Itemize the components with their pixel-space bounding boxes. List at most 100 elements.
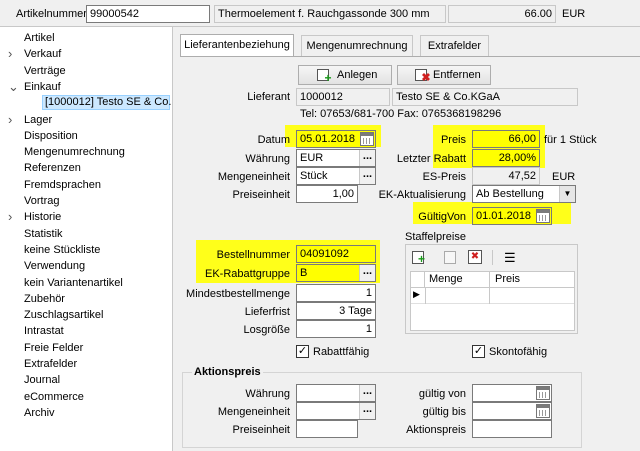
rabattgruppe-input[interactable]: B ... [296,264,376,282]
tab-extrafelder[interactable]: Extrafelder [420,35,489,56]
tree-item[interactable]: Fremdsprachen [24,177,101,193]
datum-value: 05.01.2018 [300,133,356,145]
preis-input[interactable]: 66,00 [472,130,540,148]
tree-item[interactable]: Verkauf [24,46,61,62]
lieferfrist-input[interactable]: 3 Tage [296,302,376,320]
entfernen-button[interactable]: ✖ Entfernen [397,65,491,85]
anlegen-label: Anlegen [337,69,378,81]
chevron-down-icon[interactable]: ▼ [559,186,575,202]
edit-icon[interactable] [444,251,456,264]
aktion-preiseinheit-input[interactable] [296,420,358,438]
artikelnummer-input[interactable]: 99000542 [86,5,210,23]
rabatt-input[interactable]: 28,00% [472,149,540,167]
waehrung-input[interactable]: EUR ... [296,149,376,167]
staffel-panel: + ✖ ☰ Menge Preis ▶ [405,244,578,334]
tree-item[interactable]: Mengenumrechnung [24,144,125,160]
tree-item[interactable]: Referenzen [24,160,81,176]
tree-item[interactable]: eCommerce [24,389,84,405]
tree-item[interactable]: Disposition [24,128,78,144]
tree-item[interactable]: Verträge [24,63,66,79]
tree-item[interactable]: Extrafelder [24,356,77,372]
tree-item[interactable]: Lager [24,112,52,128]
tree-item-label: Disposition [24,129,78,142]
anlegen-button[interactable]: + Anlegen [298,65,392,85]
espreis-value: 47,52 [472,167,540,185]
tree-item[interactable]: Zuschlagsartikel [24,307,103,323]
mindest-input[interactable]: 1 [296,284,376,302]
rabattfaehig-label: Rabattfähig [313,346,370,358]
calendar-icon[interactable] [360,132,374,146]
aktion-waehrung-input[interactable]: ... [296,384,376,402]
datum-input[interactable]: 05.01.2018 [296,130,376,148]
losgroesse-label: Losgröße [243,324,290,336]
grid-col-preis[interactable]: Preis [495,273,555,285]
tree-item-label: keine Stückliste [24,243,101,256]
waehrung-lookup-button[interactable]: ... [359,150,375,166]
tree-item-label: Referenzen [24,162,81,175]
mindest-label: Mindestbestellmenge [186,288,290,300]
staffel-grid[interactable]: Menge Preis ▶ [410,271,575,331]
lieferant-contact: Tel: 07653/681-700 Fax: 0765368198296 [300,108,502,117]
grid-col-menge[interactable]: Menge [429,273,489,285]
gueltig-input[interactable]: 01.01.2018 [472,207,552,225]
tree-item[interactable]: Einkauf [24,79,61,95]
navigation-tree[interactable]: Artikel Verkauf › Verträge Einkauf ⌄ [1000012]… [0,27,173,451]
calendar-icon[interactable] [536,404,550,418]
menu-icon[interactable]: ☰ [504,251,516,264]
delete-icon[interactable]: ✖ [468,250,482,264]
lieferant-name: Testo SE & Co.KGaA [392,88,578,106]
calendar-icon[interactable] [536,386,550,400]
chevron-right-icon[interactable]: › [8,112,12,128]
tree-item[interactable]: Journal [24,372,60,388]
calendar-icon[interactable] [536,209,550,223]
tree-item[interactable]: Statistik [24,226,63,242]
bestellnummer-input[interactable]: 04091092 [296,245,376,263]
entfernen-label: Entfernen [433,69,481,81]
staffel-toolbar: + ✖ ☰ [410,249,575,267]
table-row[interactable]: ▶ [411,288,574,304]
tree-item[interactable]: Artikel [24,30,55,46]
article-price: 66.00 [448,5,556,23]
lieferant-contact-clip: Tel: 07653/681-700 Fax: 0765368198296 [296,107,578,117]
tree-item[interactable]: Zubehör [24,291,65,307]
tree-item[interactable]: Freie Felder [24,340,83,356]
mengeneinheit-lookup-button[interactable]: ... [359,168,375,184]
aktion-gueltig-von-input[interactable] [472,384,552,402]
tree-item-label: Verträge [24,64,66,77]
skontofaehig-checkbox[interactable]: ✓ [472,345,485,358]
lieferant-label: Lieferant [247,91,290,103]
tree-item[interactable]: Vortrag [24,193,59,209]
tree-item-label: Artikel [24,32,55,44]
aktion-mengeneinheit-lookup-button[interactable]: ... [359,403,375,419]
tree-item[interactable]: [1000012] Testo SE & Co. [42,95,171,111]
aktion-gueltig-bis-input[interactable] [472,402,552,420]
tree-item[interactable]: Intrastat [24,323,64,339]
tree-item[interactable]: Archiv [24,405,55,421]
rabattfaehig-checkbox[interactable]: ✓ [296,345,309,358]
tree-item[interactable]: Historie [24,209,61,225]
mengeneinheit-input[interactable]: Stück ... [296,167,376,185]
aktionspreis-input[interactable] [472,420,552,438]
preiseinheit-input[interactable]: 1,00 [296,185,358,203]
aktion-waehrung-lookup-button[interactable]: ... [359,385,375,401]
waehrung-label: Währung [245,153,290,165]
aktion-gueltig-bis-label: gültig bis [422,406,466,418]
tab-content-border [180,56,640,57]
tab-lieferantenbeziehung[interactable]: Lieferantenbeziehung [180,34,294,57]
rabattgruppe-lookup-button[interactable]: ... [359,265,375,281]
tree-item[interactable]: Verwendung [24,258,85,274]
chevron-right-icon[interactable]: › [8,209,12,225]
tree-item[interactable]: keine Stückliste [24,242,100,258]
losgroesse-input[interactable]: 1 [296,320,376,338]
ekakt-select[interactable]: Ab Bestellung ▼ [472,185,576,203]
aktion-mengeneinheit-label: Mengeneinheit [217,406,290,418]
preis-label: Preis [440,134,466,146]
tree-item[interactable]: kein Variantenartikel [24,275,123,291]
tab-mengenumrechnung[interactable]: Mengenumrechnung [301,35,413,56]
aktionspreis-label: Aktionspreis [406,424,466,436]
datum-label: Datum [257,134,290,146]
chevron-down-icon[interactable]: ⌄ [8,79,19,95]
ekakt-value: Ab Bestellung [476,188,544,200]
aktion-mengeneinheit-input[interactable]: ... [296,402,376,420]
chevron-right-icon[interactable]: › [8,46,12,62]
